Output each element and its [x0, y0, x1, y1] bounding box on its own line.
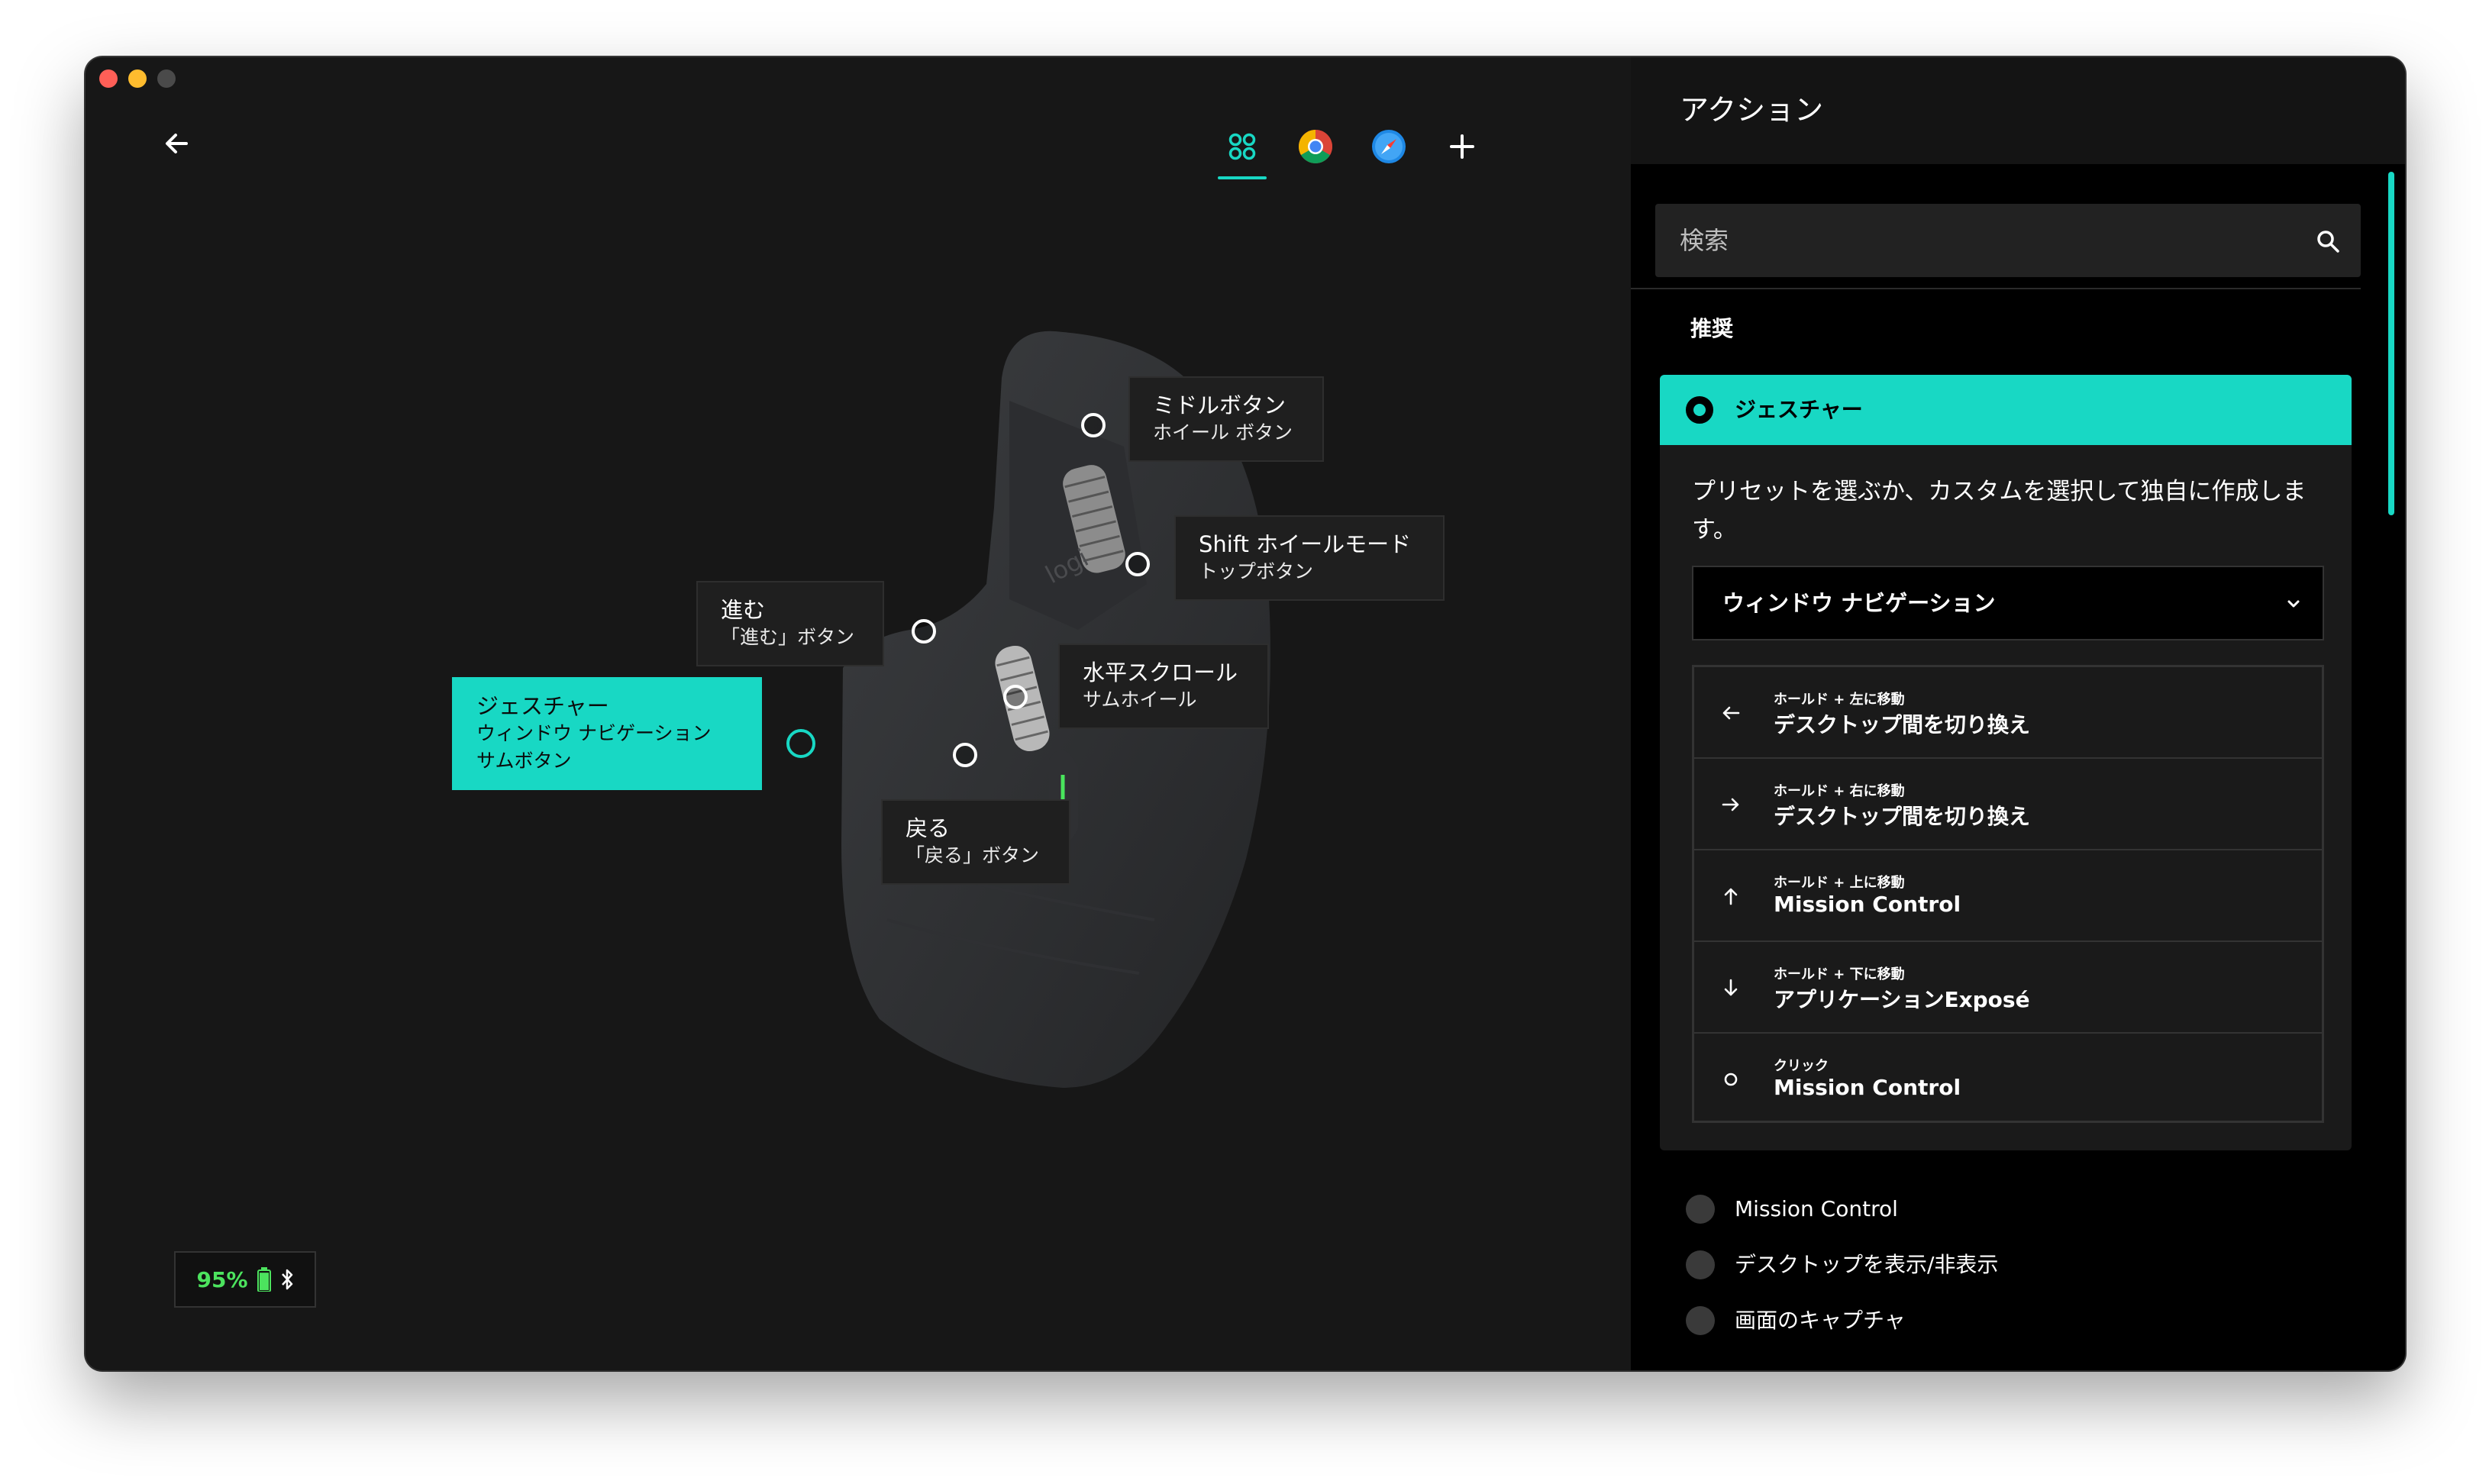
- search-icon[interactable]: [2315, 228, 2341, 254]
- tab-safari[interactable]: [1362, 120, 1416, 173]
- gesture-preset-dropdown[interactable]: ウィンドウ ナビゲーション: [1692, 566, 2324, 640]
- arrow-up-icon: [1724, 888, 1738, 905]
- callout-title: Shift ホイールモード: [1199, 531, 1412, 557]
- forward-button-hotspot[interactable]: [912, 619, 936, 644]
- callout-middle-button[interactable]: ミドルボタン ホイール ボタン: [1128, 376, 1324, 462]
- callout-gesture-button[interactable]: ジェスチャー ウィンドウ ナビゲーション サムボタン: [452, 677, 762, 790]
- callout-title: 水平スクロール: [1083, 660, 1238, 686]
- callout-back-button[interactable]: 戻る 「戻る」ボタン: [881, 799, 1070, 885]
- gesture-trigger: ホールド + 上に移動: [1774, 875, 1905, 891]
- gesture-trigger: クリック: [1774, 1058, 1829, 1074]
- gesture-action: Mission Control: [1774, 1075, 1961, 1100]
- gesture-option-label: ジェスチャー: [1735, 397, 1863, 422]
- radio-unselected[interactable]: [1686, 1306, 1715, 1335]
- callout-subtitle: サムホイール: [1083, 689, 1197, 711]
- callout-subtitle: ホイール ボタン: [1153, 421, 1293, 444]
- search-input[interactable]: 検索: [1655, 204, 2361, 277]
- gesture-row-left[interactable]: ホールド + 左に移動 デスクトップ間を切り換え: [1694, 667, 2322, 759]
- radio-selected[interactable]: [1686, 396, 1713, 424]
- gesture-action: Mission Control: [1774, 892, 1961, 917]
- option-label: デスクトップを表示/非表示: [1735, 1252, 1999, 1277]
- arrow-left-icon: [1722, 706, 1740, 720]
- gesture-row-down[interactable]: ホールド + 下に移動 アプリケーションExposé: [1694, 942, 2322, 1034]
- search-placeholder: 検索: [1680, 226, 1729, 255]
- divider: [1631, 288, 2361, 289]
- middle-button-hotspot[interactable]: [1081, 413, 1106, 437]
- gesture-option-selected[interactable]: ジェスチャー: [1660, 375, 2352, 445]
- gesture-trigger: ホールド + 左に移動: [1774, 692, 1905, 708]
- back-button-hotspot[interactable]: [953, 743, 977, 767]
- bluetooth-icon: [281, 1269, 292, 1290]
- tab-add-application[interactable]: [1435, 120, 1489, 173]
- zoom-window-button[interactable]: [157, 69, 176, 88]
- chrome-icon: [1299, 130, 1332, 163]
- tab-chrome[interactable]: [1289, 120, 1342, 173]
- gesture-action: アプリケーションExposé: [1774, 987, 2030, 1012]
- gesture-action: デスクトップ間を切り換え: [1774, 712, 2031, 737]
- dropdown-value: ウィンドウ ナビゲーション: [1722, 590, 1996, 616]
- gesture-row-up[interactable]: ホールド + 上に移動 Mission Control: [1694, 850, 2322, 942]
- gesture-row-click[interactable]: クリック Mission Control: [1694, 1034, 2322, 1125]
- gesture-trigger: ホールド + 下に移動: [1774, 966, 1905, 982]
- back-button[interactable]: [156, 122, 199, 165]
- callout-horizontal-scroll[interactable]: 水平スクロール サムホイール: [1058, 644, 1269, 729]
- safari-icon: [1372, 130, 1406, 163]
- horizontal-scroll-hotspot[interactable]: [1003, 685, 1028, 709]
- callout-subtitle: 「戻る」ボタン: [906, 844, 1040, 866]
- option-label: Mission Control: [1735, 1196, 1898, 1221]
- callout-title: 戻る: [906, 815, 951, 841]
- option-label: 画面のキャプチャ: [1735, 1308, 1906, 1333]
- add-icon: [1450, 134, 1474, 159]
- gesture-row-right[interactable]: ホールド + 右に移動 デスクトップ間を切り換え: [1694, 759, 2322, 850]
- chevron-down-icon: [2287, 600, 2300, 608]
- arrow-down-icon: [1724, 979, 1738, 996]
- gesture-description: プリセットを選ぶか、カスタムを選択して独自に作成します。: [1692, 478, 2307, 544]
- gesture-list: ホールド + 左に移動 デスクトップ間を切り換え ホールド + 右に移動 デスク…: [1692, 665, 2324, 1123]
- app-window: logi ミドルボタン ホイール ボタン Shift ホイールモード トップボタ…: [86, 57, 2405, 1370]
- radio-unselected[interactable]: [1686, 1250, 1715, 1279]
- battery-status: 95%: [174, 1251, 316, 1308]
- minimize-window-button[interactable]: [128, 69, 147, 88]
- callout-title: 進む: [721, 597, 766, 623]
- click-icon: [1724, 1073, 1738, 1086]
- battery-percent: 95%: [196, 1266, 248, 1292]
- arrow-right-icon: [1722, 798, 1739, 811]
- arrow-left-icon: [166, 134, 188, 153]
- callout-subtitle: トップボタン: [1199, 560, 1314, 582]
- callout-title: ジェスチャー: [476, 693, 609, 719]
- panel-title: アクション: [1680, 93, 1824, 127]
- callout-subtitle: 「進む」ボタン: [721, 626, 855, 648]
- callout-forward-button[interactable]: 進む 「進む」ボタン: [696, 581, 884, 666]
- shift-wheel-hotspot[interactable]: [1125, 552, 1150, 576]
- tab-all-applications[interactable]: [1215, 120, 1269, 179]
- panel-scrollbar[interactable]: [2388, 172, 2394, 515]
- gesture-trigger: ホールド + 右に移動: [1774, 783, 1905, 799]
- callout-subtitle-2: サムボタン: [476, 750, 572, 772]
- callout-shift-wheel-mode[interactable]: Shift ホイールモード トップボタン: [1174, 515, 1445, 601]
- gesture-action-card: ジェスチャー プリセットを選ぶか、カスタムを選択して独自に作成します。 ウィンド…: [1660, 375, 2352, 1150]
- section-label-recommended: 推奨: [1690, 316, 1734, 341]
- callout-title: ミドルボタン: [1153, 392, 1286, 418]
- all-apps-icon: [1228, 133, 1256, 160]
- gesture-button-hotspot[interactable]: [786, 729, 815, 758]
- radio-unselected[interactable]: [1686, 1195, 1715, 1224]
- callout-subtitle: ウィンドウ ナビゲーション: [476, 722, 712, 744]
- battery-icon: [257, 1267, 271, 1292]
- actions-panel: アクション 検索 推奨 ジェスチャー プリセットを選ぶか、カスタムを選択して独自…: [1631, 57, 2405, 1370]
- close-window-button[interactable]: [99, 69, 118, 88]
- gesture-action: デスクトップ間を切り換え: [1774, 804, 2031, 829]
- panel-header: アクション: [1631, 57, 2405, 164]
